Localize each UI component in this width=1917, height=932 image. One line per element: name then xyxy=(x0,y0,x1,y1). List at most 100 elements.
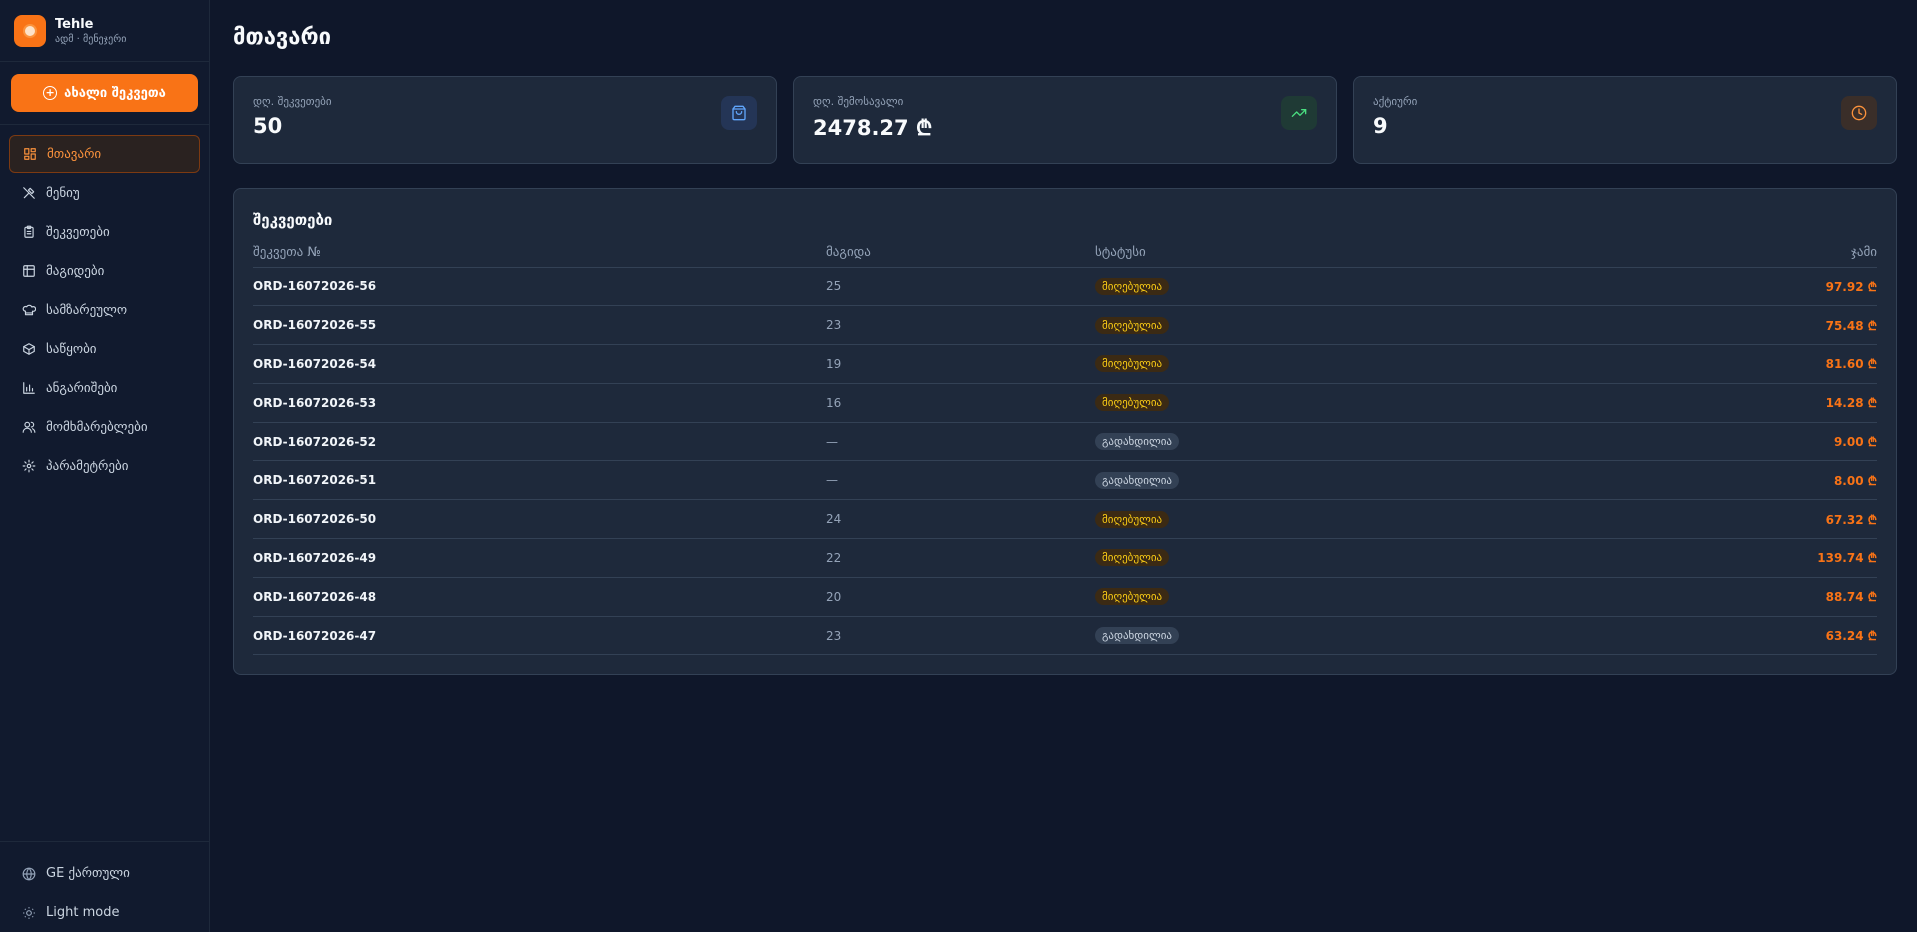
brand: Tehle ადმ · მენეჯერი xyxy=(0,0,209,62)
table-row[interactable]: ORD-16072026-50 24 მიღებულია 67.32 ₾ xyxy=(253,499,1877,540)
status-cell: მიღებულია xyxy=(1095,538,1552,578)
brand-subtitle: ადმ · მენეჯერი xyxy=(55,33,127,45)
brand-name: Tehle xyxy=(55,16,94,32)
table-row[interactable]: ORD-16072026-47 23 გადახდილია 63.24 ₾ xyxy=(253,616,1877,656)
stat-label: აქტიური xyxy=(1373,95,1418,108)
status-badge: მიღებულია xyxy=(1095,394,1170,412)
status-cell: მიღებულია xyxy=(1095,577,1552,617)
grid-icon xyxy=(22,146,38,162)
order-number: ORD-16072026-47 xyxy=(253,616,826,656)
table-number: 23 xyxy=(826,305,1095,346)
table-row[interactable]: ORD-16072026-48 20 მიღებულია 88.74 ₾ xyxy=(253,577,1877,617)
sidebar: Tehle ადმ · მენეჯერი + ახალი შეკვეთა მთა… xyxy=(0,0,210,932)
globe-icon xyxy=(21,866,37,882)
sidebar-item-label: მომხმარებლები xyxy=(46,419,148,435)
sidebar-item-label: მაგიდები xyxy=(46,263,105,279)
table-row[interactable]: ORD-16072026-53 16 მიღებულია 14.28 ₾ xyxy=(253,383,1877,423)
stat-card-2: აქტიური 9 xyxy=(1353,76,1897,164)
status-cell: მიღებულია xyxy=(1095,499,1552,540)
sidebar-item-label: შეკვეთები xyxy=(46,224,110,240)
status-cell: გადახდილია xyxy=(1095,422,1552,462)
orders-card: შეკვეთები შეკვეთა № მაგიდა სტატუსი ჯამი … xyxy=(233,188,1897,676)
order-number: ORD-16072026-49 xyxy=(253,538,826,578)
box-icon xyxy=(21,341,37,357)
order-total: 67.32 ₾ xyxy=(1551,499,1877,540)
sidebar-item-label: სამზარეულო xyxy=(46,302,128,318)
status-cell: მიღებულია xyxy=(1095,305,1552,346)
sidebar-item-3[interactable]: მაგიდები xyxy=(9,252,200,290)
sidebar-item-5[interactable]: საწყობი xyxy=(9,330,200,368)
table-row[interactable]: ORD-16072026-55 23 მიღებულია 75.48 ₾ xyxy=(253,305,1877,346)
sidebar-item-6[interactable]: ანგარიშები xyxy=(9,369,200,407)
status-badge: მიღებულია xyxy=(1095,277,1170,295)
table-number: — xyxy=(826,422,1095,462)
theme-toggle[interactable]: Light mode xyxy=(9,893,201,932)
table-row[interactable]: ORD-16072026-49 22 მიღებულია 139.74 ₾ xyxy=(253,538,1877,578)
sidebar-item-0[interactable]: მთავარი xyxy=(9,135,200,173)
sidebar-nav: მთავარი მენიუ შეკვეთები მაგიდები სამზარეულო ს… xyxy=(0,125,209,496)
status-cell: გადახდილია xyxy=(1095,460,1552,501)
trending-up-icon xyxy=(1281,96,1317,130)
sidebar-item-label: მენიუ xyxy=(46,185,80,201)
table-number: 22 xyxy=(826,538,1095,578)
order-number: ORD-16072026-56 xyxy=(253,267,826,307)
table-row[interactable]: ORD-16072026-54 19 მიღებულია 81.60 ₾ xyxy=(253,344,1877,384)
order-number: ORD-16072026-55 xyxy=(253,305,826,346)
clock-icon xyxy=(1841,96,1877,130)
table-number: 24 xyxy=(826,499,1095,540)
page-title: მთავარი xyxy=(233,25,332,50)
table-number: 20 xyxy=(826,577,1095,617)
stat-value: 2478.27 ₾ xyxy=(813,116,933,140)
sidebar-item-label: საწყობი xyxy=(46,341,97,357)
status-badge: გადახდილია xyxy=(1095,627,1179,645)
sidebar-item-label: პარამეტრები xyxy=(46,458,129,474)
order-total: 88.74 ₾ xyxy=(1551,577,1877,617)
clipboard-icon xyxy=(21,224,37,240)
orders-table: შეკვეთა № მაგიდა სტატუსი ჯამი ORD-160720… xyxy=(253,239,1877,656)
order-number: ORD-16072026-53 xyxy=(253,383,826,423)
status-cell: მიღებულია xyxy=(1095,344,1552,384)
sidebar-item-label: მთავარი xyxy=(47,146,102,162)
status-badge: გადახდილია xyxy=(1095,433,1179,451)
order-total: 8.00 ₾ xyxy=(1551,460,1877,501)
main-content: მთავარი დღ. შეკვეთები 50 დღ. შემოსავალი 247… xyxy=(211,0,1917,932)
table-row[interactable]: ORD-16072026-56 25 მიღებულია 97.92 ₾ xyxy=(253,267,1877,307)
sidebar-item-1[interactable]: მენიუ xyxy=(9,174,200,212)
new-order-label: ახალი შეკვეთა xyxy=(64,85,166,101)
table-number: — xyxy=(826,460,1095,501)
order-total: 97.92 ₾ xyxy=(1551,267,1877,307)
sidebar-item-4[interactable]: სამზარეულო xyxy=(9,291,200,329)
table-number: 19 xyxy=(826,344,1095,384)
logo-icon xyxy=(14,14,46,47)
language-switch[interactable]: GE ქართული xyxy=(9,854,201,893)
status-badge: გადახდილია xyxy=(1095,471,1179,489)
order-number: ORD-16072026-52 xyxy=(253,422,826,462)
plus-circle-icon: + xyxy=(43,86,58,100)
stat-label: დღ. შემოსავალი xyxy=(813,95,904,108)
gear-icon xyxy=(21,458,37,474)
table-row[interactable]: ORD-16072026-51— გადახდილია 8.00 ₾ xyxy=(253,460,1877,501)
order-number: ORD-16072026-54 xyxy=(253,344,826,384)
status-badge: მიღებულია xyxy=(1095,588,1170,606)
sidebar-item-label: ანგარიშები xyxy=(46,380,118,396)
stat-card-1: დღ. შემოსავალი 2478.27 ₾ xyxy=(793,76,1337,164)
order-number: ORD-16072026-51 xyxy=(253,460,826,501)
stat-value: 50 xyxy=(253,114,283,138)
table-number: 16 xyxy=(826,383,1095,423)
column-header-table: მაგიდა xyxy=(826,239,1095,268)
sidebar-item-8[interactable]: პარამეტრები xyxy=(9,447,200,485)
status-badge: მიღებულია xyxy=(1095,316,1170,334)
language-label: GE ქართული xyxy=(46,866,130,881)
sidebar-item-2[interactable]: შეკვეთები xyxy=(9,213,200,251)
table-header-row: შეკვეთა № მაგიდა სტატუსი ჯამი xyxy=(253,239,1877,268)
orders-title: შეკვეთები xyxy=(253,211,333,229)
theme-label: Light mode xyxy=(46,905,120,920)
table-row[interactable]: ORD-16072026-52— გადახდილია 9.00 ₾ xyxy=(253,422,1877,462)
column-header-total: ჯამი xyxy=(1551,239,1877,268)
new-order-button[interactable]: + ახალი შეკვეთა xyxy=(11,74,198,112)
chef-hat-icon xyxy=(21,302,37,318)
sidebar-item-7[interactable]: მომხმარებლები xyxy=(9,408,200,446)
status-cell: გადახდილია xyxy=(1095,616,1552,656)
table-number: 25 xyxy=(826,267,1095,307)
table-icon xyxy=(21,263,37,279)
